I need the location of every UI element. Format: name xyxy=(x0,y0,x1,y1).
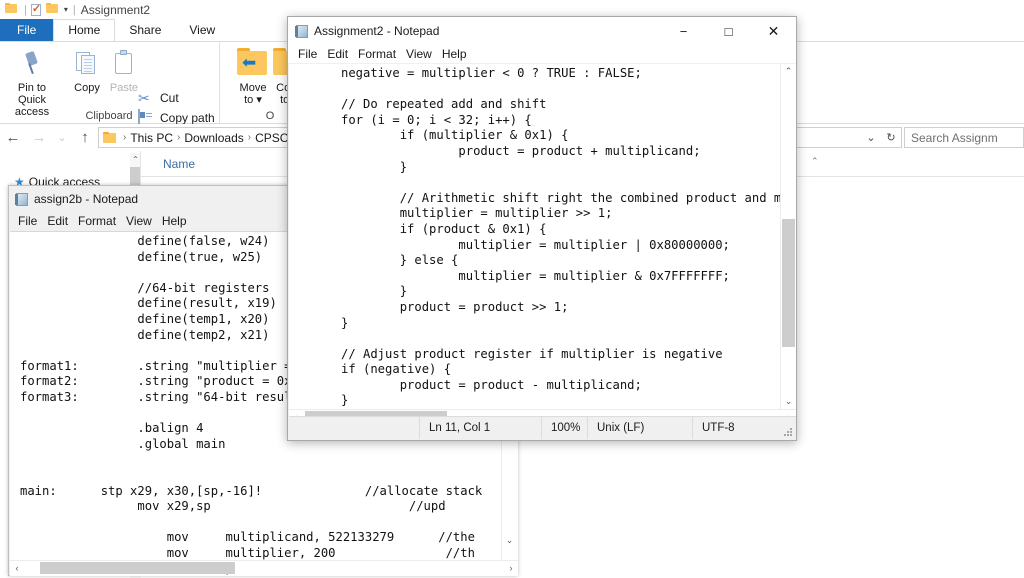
breadcrumb-downloads[interactable]: Downloads xyxy=(182,131,245,145)
minimize-button[interactable]: − xyxy=(661,17,706,45)
menu-format[interactable]: Format xyxy=(73,212,121,230)
explorer-title: Assignment2 xyxy=(80,2,151,17)
up-button[interactable]: ↑ xyxy=(72,125,98,151)
maximize-button[interactable]: □ xyxy=(706,17,751,45)
tab-file[interactable]: File xyxy=(0,19,54,41)
history-caret-icon: ⌄ xyxy=(866,132,876,144)
assignment2-menu-bar: File Edit Format View Help xyxy=(288,45,796,63)
back-icon: ← xyxy=(5,129,21,146)
new-folder-icon[interactable] xyxy=(46,3,59,16)
search-placeholder: Search Assignm xyxy=(911,130,998,145)
assign2b-scroll-down-icon[interactable]: ⌄ xyxy=(502,533,517,548)
search-input[interactable]: Search Assignm xyxy=(904,127,1024,148)
assign2b-hscroll-thumb[interactable] xyxy=(40,562,235,574)
breadcrumb-separator-2: › xyxy=(247,132,252,143)
recent-locations-button[interactable]: ⌄ xyxy=(52,125,72,151)
status-position: Ln 11, Col 1 xyxy=(419,417,541,439)
cut-label: Cut xyxy=(160,91,179,105)
forward-icon: → xyxy=(31,129,47,146)
notepad-icon xyxy=(15,192,29,206)
recent-caret-icon: ⌄ xyxy=(57,132,67,144)
pin-icon xyxy=(20,50,44,76)
column-sort-indicator[interactable]: ⌃ xyxy=(811,156,819,167)
assignment2-scroll-down-icon[interactable]: ⌄ xyxy=(781,394,796,409)
menu-edit[interactable]: Edit xyxy=(322,45,353,63)
pin-label-line1: Pin to Quick xyxy=(17,82,47,106)
status-encoding: UTF-8 xyxy=(692,417,796,439)
assignment2-text-area[interactable]: negative = multiplier < 0 ? TRUE : FALSE… xyxy=(289,64,796,420)
assignment2-code-text: negative = multiplier < 0 ? TRUE : FALSE… xyxy=(341,66,789,420)
breadcrumb-separator-0: › xyxy=(123,132,127,143)
menu-help[interactable]: Help xyxy=(157,212,192,230)
assign2b-title: assign2b - Notepad xyxy=(34,192,139,206)
up-icon: ↑ xyxy=(81,129,89,146)
menu-edit[interactable]: Edit xyxy=(42,212,73,230)
paste-icon xyxy=(113,50,135,76)
breadcrumb-this-pc[interactable]: This PC xyxy=(128,131,175,145)
refresh-icon: ↻ xyxy=(886,132,896,144)
assignment2-status-bar: Ln 11, Col 1 100% Unix (LF) UTF-8 xyxy=(289,416,796,439)
folder-icon[interactable] xyxy=(5,3,18,16)
menu-view[interactable]: View xyxy=(121,212,157,230)
address-history-button[interactable]: ⌄ xyxy=(861,125,881,151)
back-button[interactable]: ← xyxy=(0,125,26,151)
column-header-name[interactable]: Name xyxy=(163,157,195,171)
assign2b-scroll-left-icon[interactable]: ‹ xyxy=(10,561,24,575)
scissors-icon: ✂ xyxy=(138,90,150,106)
assignment2-scroll-up-icon[interactable]: ⌃ xyxy=(781,64,796,79)
menu-view[interactable]: View xyxy=(401,45,437,63)
assignment2-vertical-scrollbar[interactable]: ⌃ ⌄ xyxy=(780,64,795,409)
assign2b-scroll-right-icon[interactable]: › xyxy=(504,561,518,575)
title-divider: | xyxy=(24,3,27,16)
paste-button[interactable]: Paste xyxy=(95,46,153,94)
refresh-button[interactable]: ↻ xyxy=(881,125,901,151)
ribbon-group-clipboard: Pin to Quick access Copy Paste ✂ Cut Copy… xyxy=(0,42,218,152)
title-divider-2: | xyxy=(72,3,76,16)
properties-icon[interactable] xyxy=(30,2,43,16)
assignment2-title-bar[interactable]: Assignment2 - Notepad − □ ✕ xyxy=(288,17,796,45)
assignment2-title: Assignment2 - Notepad xyxy=(314,24,440,38)
menu-help[interactable]: Help xyxy=(437,45,472,63)
menu-file[interactable]: File xyxy=(13,212,42,230)
menu-format[interactable]: Format xyxy=(353,45,401,63)
clipboard-group-label: Clipboard xyxy=(85,110,133,122)
breadcrumb-folder-icon xyxy=(103,131,117,144)
tab-share[interactable]: Share xyxy=(115,19,175,41)
tab-home[interactable]: Home xyxy=(53,19,116,41)
menu-file[interactable]: File xyxy=(293,45,322,63)
paste-label: Paste xyxy=(109,82,139,94)
customize-caret-icon[interactable]: ▾ xyxy=(64,5,68,14)
assign2b-horizontal-scrollbar[interactable]: ‹ › xyxy=(10,560,518,574)
tab-view[interactable]: View xyxy=(175,19,229,41)
resize-grip-icon[interactable] xyxy=(784,428,793,437)
close-button[interactable]: ✕ xyxy=(751,17,796,45)
notepad-icon xyxy=(295,24,309,38)
breadcrumb-separator-1: › xyxy=(177,132,181,143)
assignment2-vscroll-thumb[interactable] xyxy=(782,219,795,347)
notepad-window-assignment2[interactable]: Assignment2 - Notepad − □ ✕ File Edit Fo… xyxy=(287,16,797,441)
status-zoom: 100% xyxy=(541,417,587,439)
forward-button[interactable]: → xyxy=(26,125,52,151)
status-line-ending: Unix (LF) xyxy=(587,417,692,439)
pin-to-quick-access-button[interactable]: Pin to Quick access xyxy=(3,46,61,118)
cut-command[interactable]: ✂ Cut xyxy=(138,88,179,108)
